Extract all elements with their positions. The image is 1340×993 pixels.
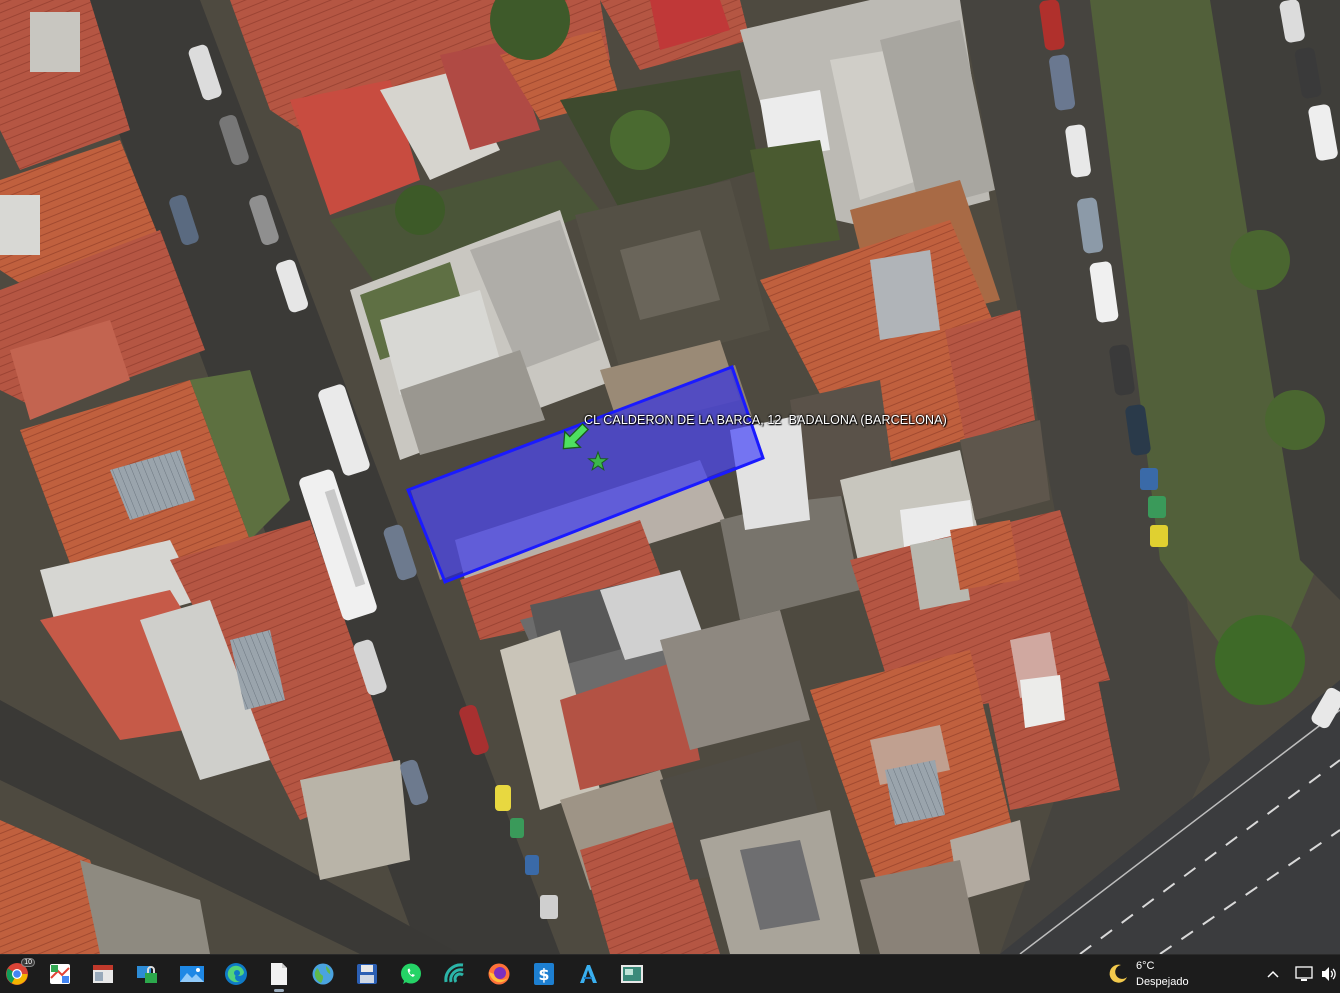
whatsapp-icon[interactable]: [397, 960, 425, 988]
network-icon[interactable]: [1294, 964, 1314, 984]
display-icon[interactable]: [618, 960, 646, 988]
weather-description: Despejado: [1136, 976, 1189, 988]
autocad-icon[interactable]: [574, 960, 602, 988]
weather-temperature: 6°C: [1136, 960, 1155, 972]
photos-icon[interactable]: [178, 960, 206, 988]
window-icon[interactable]: [89, 960, 117, 988]
document-icon[interactable]: [265, 960, 293, 992]
edge-icon[interactable]: [222, 960, 250, 988]
map-imagery: [0, 0, 1340, 954]
maps-icon[interactable]: [46, 960, 74, 988]
chevron-up-icon[interactable]: [1263, 964, 1283, 984]
notification-badge: 10: [21, 958, 35, 967]
volume-icon[interactable]: [1319, 964, 1339, 984]
firefox-icon[interactable]: [485, 960, 513, 988]
moon-icon: [1109, 964, 1127, 983]
svg-text:$: $: [538, 965, 549, 984]
globe-icon[interactable]: [309, 960, 337, 988]
save-icon[interactable]: [353, 960, 381, 988]
weather-widget[interactable]: 6°C Despejado: [1104, 957, 1214, 991]
screen-lock-icon[interactable]: [133, 960, 161, 988]
satellite-map[interactable]: CL CALDERON DE LA BARCA, 12 BADALONA (BA…: [0, 0, 1340, 954]
place-label: CL CALDERON DE LA BARCA, 12 BADALONA (BA…: [584, 413, 947, 427]
dollar-app-icon[interactable]: $: [530, 960, 558, 988]
chrome-icon[interactable]: 10: [3, 958, 35, 988]
taskbar: 10 $ 6°C Despejado: [0, 954, 1340, 993]
signal-icon[interactable]: [441, 960, 469, 988]
